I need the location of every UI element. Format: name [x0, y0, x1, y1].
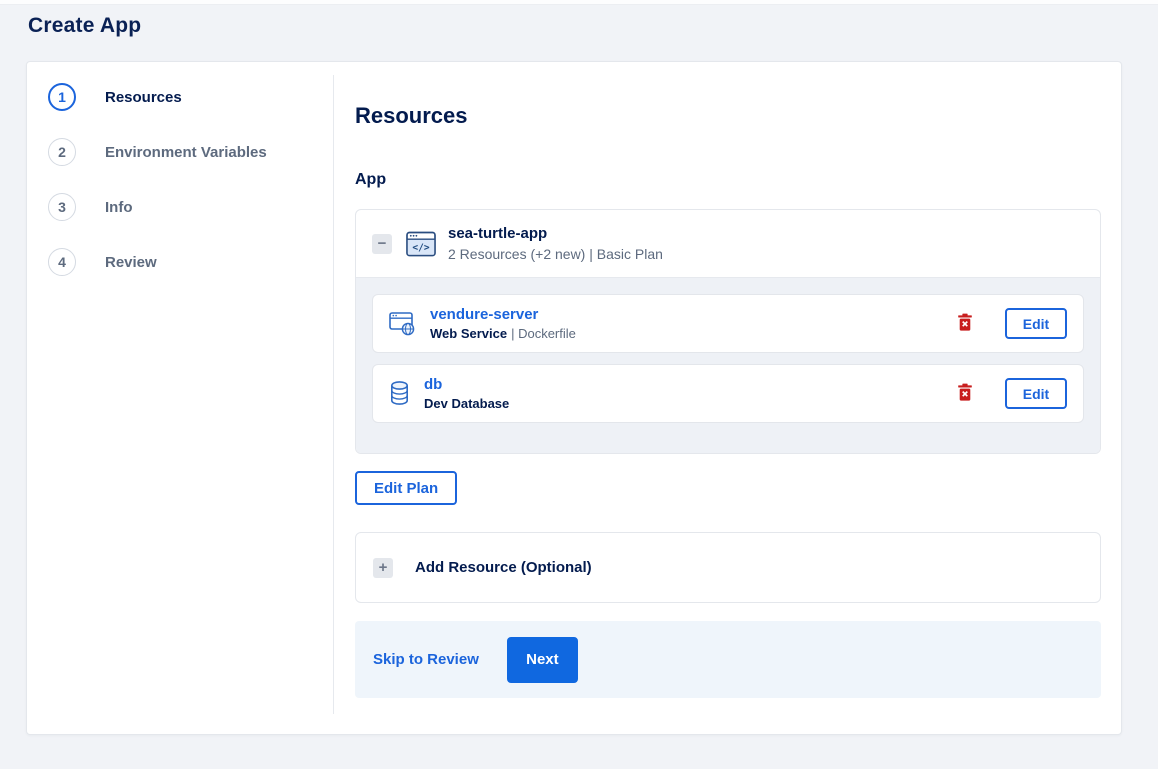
top-strip — [0, 0, 1158, 5]
resource-type: Web Service — [430, 326, 508, 341]
edit-resource-button[interactable]: Edit — [1005, 308, 1067, 339]
resource-detail: | Dockerfile — [511, 326, 576, 341]
app-group-resource-list: vendure-server Web Service| Dockerfile — [356, 277, 1100, 453]
add-resource-expand-button[interactable]: + — [373, 557, 393, 578]
app-group-card: − </> sea-turtle-app 2 Resources (+2 new… — [355, 209, 1101, 454]
step-number-badge: 2 — [48, 138, 76, 166]
step-number-badge: 1 — [48, 83, 76, 111]
sidebar-divider — [333, 75, 334, 714]
step-label: Environment Variables — [105, 143, 267, 161]
minus-icon: − — [377, 235, 387, 252]
step-info[interactable]: 3 Info — [27, 193, 334, 221]
plus-icon: + — [378, 559, 388, 576]
resource-titles: vendure-server Web Service | Dockerfile — [430, 306, 576, 341]
resource-row-db: db Dev Database Edit — [372, 364, 1084, 423]
database-icon — [389, 380, 410, 407]
step-label: Resources — [105, 88, 182, 106]
create-app-card: 1 Resources 2 Environment Variables 3 In… — [26, 61, 1122, 735]
app-group-titles: sea-turtle-app 2 Resources (+2 new) | Ba… — [448, 225, 663, 262]
collapse-button[interactable]: − — [372, 233, 392, 254]
app-group-header: − </> sea-turtle-app 2 Resources (+2 new… — [356, 210, 1100, 277]
add-resource-label: Add Resource (Optional) — [415, 559, 592, 576]
trash-icon — [957, 383, 973, 405]
next-button[interactable]: Next — [506, 636, 578, 683]
page-title: Create App — [28, 14, 142, 37]
step-label: Review — [105, 253, 157, 271]
step-label: Info — [105, 198, 133, 216]
step-resources[interactable]: 1 Resources — [27, 83, 334, 111]
add-resource-card[interactable]: + Add Resource (Optional) — [355, 532, 1101, 603]
resources-step-content: Resources App − </> sea-turtle-app 2 Res… — [334, 62, 1121, 734]
resource-type: Dev Database — [424, 396, 510, 411]
app-window-icon: </> — [406, 231, 436, 257]
app-group-summary: 2 Resources (+2 new) | Basic Plan — [448, 246, 663, 262]
step-number-badge: 3 — [48, 193, 76, 221]
delete-resource-button[interactable] — [955, 311, 975, 337]
resource-name-link[interactable]: db — [424, 376, 513, 393]
delete-resource-button[interactable] — [955, 381, 975, 407]
svg-text:</>: </> — [412, 242, 429, 253]
step-environment-variables[interactable]: 2 Environment Variables — [27, 138, 334, 166]
stepper-sidebar: 1 Resources 2 Environment Variables 3 In… — [27, 62, 334, 734]
trash-icon — [957, 313, 973, 335]
skip-to-review-link[interactable]: Skip to Review — [373, 651, 479, 668]
resource-row-vendure-server: vendure-server Web Service| Dockerfile — [372, 294, 1084, 353]
edit-plan-button[interactable]: Edit Plan — [355, 471, 458, 505]
app-group-name: sea-turtle-app — [448, 225, 548, 242]
edit-resource-button[interactable]: Edit — [1005, 378, 1067, 409]
resource-titles: db Dev Database — [424, 376, 513, 411]
web-service-icon — [389, 311, 416, 336]
resource-subtitle: Web Service | Dockerfile — [430, 326, 576, 341]
resource-subtitle: Dev Database — [424, 396, 513, 411]
footer-action-bar: Skip to Review Next — [355, 621, 1101, 698]
resource-name-link[interactable]: vendure-server — [430, 306, 576, 323]
step-review[interactable]: 4 Review — [27, 248, 334, 276]
app-section-label: App — [355, 171, 387, 188]
content-heading: Resources — [355, 103, 468, 128]
step-number-badge: 4 — [48, 248, 76, 276]
